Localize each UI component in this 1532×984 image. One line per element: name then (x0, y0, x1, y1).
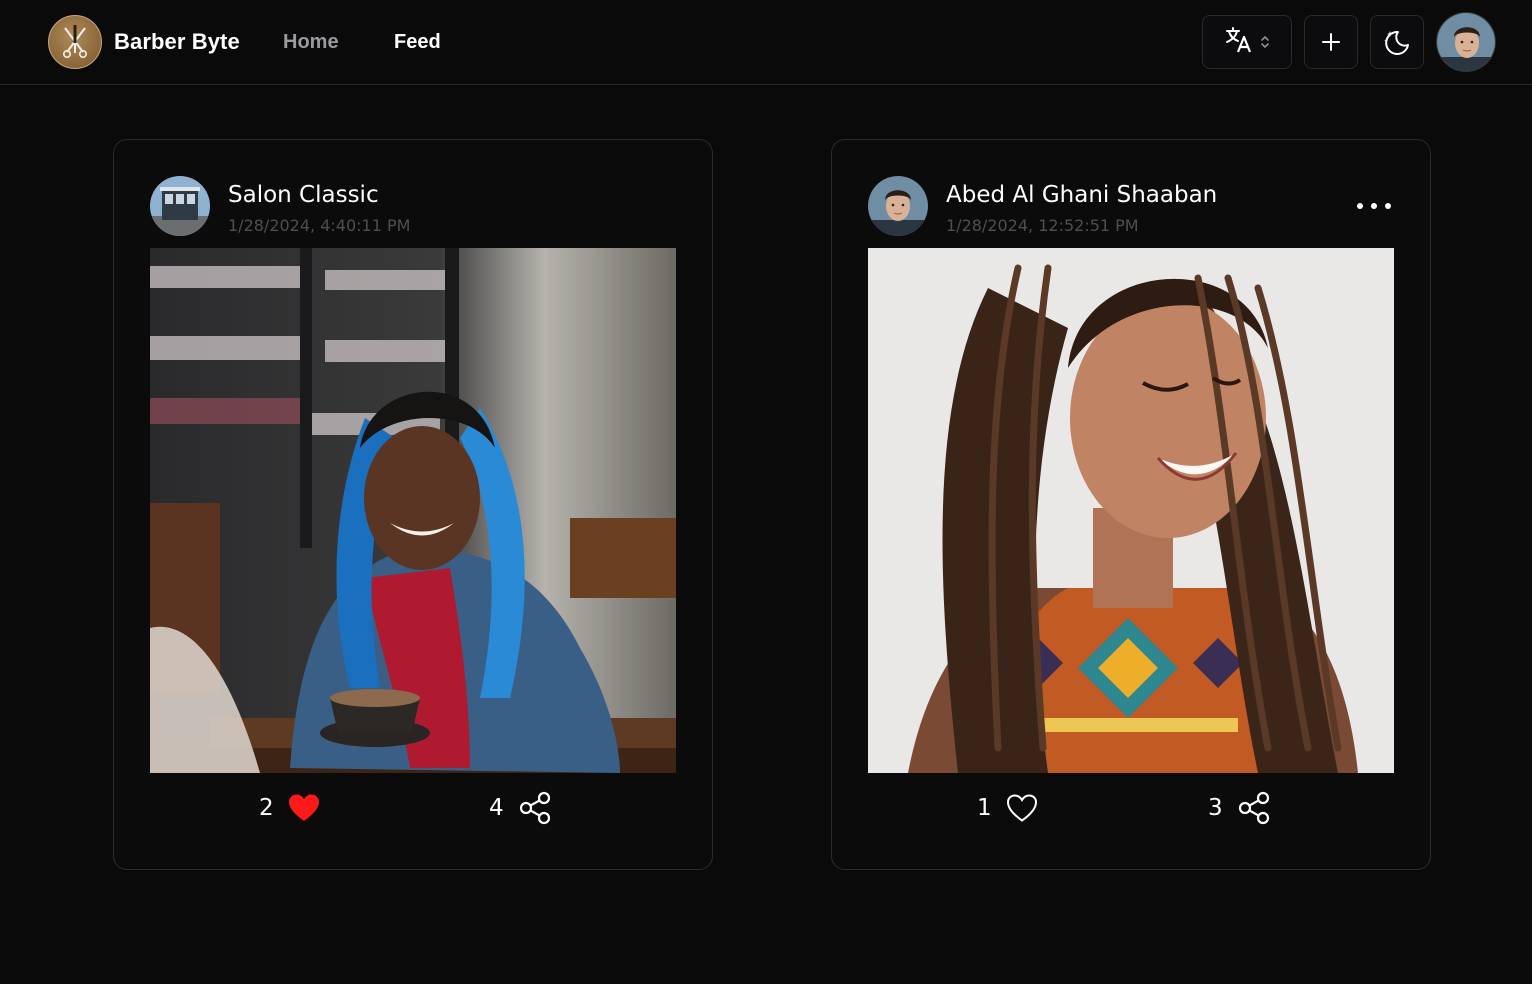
like-action: 2 (259, 788, 320, 828)
woman-box-braids-portrait-photo[interactable] (868, 248, 1394, 773)
add-post-button[interactable] (1304, 15, 1358, 69)
post-timestamp: 1/28/2024, 12:52:51 PM (946, 216, 1139, 235)
share-icon[interactable] (518, 791, 552, 825)
heart-filled-icon[interactable] (288, 793, 320, 823)
language-select-button[interactable] (1202, 15, 1292, 69)
share-action: 4 (489, 788, 552, 828)
author-avatar[interactable] (868, 176, 928, 236)
nav-feed-link[interactable]: Feed (394, 31, 441, 54)
brand-name: Barber Byte (114, 29, 240, 54)
share-icon[interactable] (1237, 791, 1271, 825)
like-count: 1 (977, 795, 992, 821)
share-count: 3 (1208, 795, 1223, 821)
heart-outline-icon[interactable] (1006, 793, 1038, 823)
woman-blue-braids-cafe-photo[interactable] (150, 248, 676, 773)
post-author[interactable]: Abed Al Ghani Shaaban (946, 182, 1217, 208)
like-action: 1 (977, 788, 1038, 828)
author-avatar[interactable] (150, 176, 210, 236)
post-card: Abed Al Ghani Shaaban 1/28/2024, 12:52:5… (831, 139, 1431, 870)
top-navbar: Barber Byte Home Feed (0, 0, 1532, 85)
post-author[interactable]: Salon Classic (228, 182, 379, 208)
plus-icon (1321, 32, 1341, 52)
chevron-updown-icon (1260, 33, 1270, 51)
scissors-razor-icon (48, 15, 102, 69)
nav-home-link[interactable]: Home (283, 31, 339, 54)
moon-stars-icon (1382, 27, 1412, 57)
post-options-button[interactable] (1350, 196, 1398, 216)
share-count: 4 (489, 795, 504, 821)
post-card: Salon Classic 1/28/2024, 4:40:11 PM 2 4 (113, 139, 713, 870)
more-horizontal-icon (1354, 202, 1394, 210)
brand-link[interactable]: Barber Byte (48, 15, 240, 69)
translate-icon (1224, 25, 1254, 59)
like-count: 2 (259, 795, 274, 821)
post-timestamp: 1/28/2024, 4:40:11 PM (228, 216, 411, 235)
theme-toggle-button[interactable] (1370, 15, 1424, 69)
share-action: 3 (1208, 788, 1271, 828)
user-avatar[interactable] (1436, 12, 1496, 72)
